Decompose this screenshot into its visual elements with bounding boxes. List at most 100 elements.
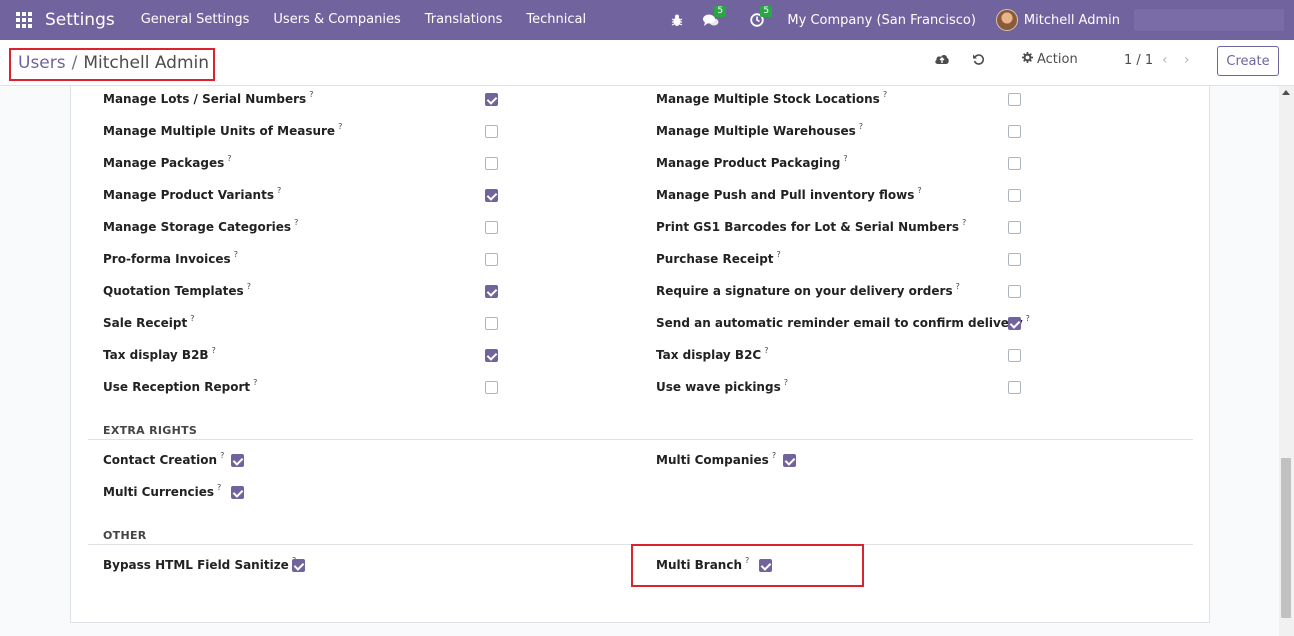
section-extra-rights: EXTRA RIGHTS (103, 424, 198, 437)
checkbox-manage-push-and-pull-inventory-flows[interactable] (1008, 189, 1021, 202)
checkbox-manage-lots-serial-numbers[interactable] (485, 93, 498, 106)
setting-label: Use Reception Report (103, 380, 251, 394)
help-tooltip-icon[interactable]: ? (190, 314, 194, 323)
setting-multi-companies: Multi Companies? (656, 450, 776, 470)
help-tooltip-icon[interactable]: ? (309, 90, 313, 99)
checkbox-tax-display-b2b[interactable] (485, 349, 498, 362)
messages-icon[interactable]: 5 (701, 0, 727, 40)
help-tooltip-icon[interactable]: ? (294, 218, 298, 227)
setting-label: Manage Multiple Stock Locations (656, 92, 880, 106)
section-other: OTHER (103, 529, 147, 542)
help-tooltip-icon[interactable]: ? (212, 346, 216, 355)
bug-icon[interactable] (667, 0, 687, 40)
setting-label: Sale Receipt (103, 316, 188, 330)
help-tooltip-icon[interactable]: ? (338, 122, 342, 131)
setting-require-a-signature-on-your-delivery-orders: Require a signature on your delivery ord… (656, 281, 960, 301)
menu-users-companies[interactable]: Users & Companies (261, 0, 412, 40)
checkbox-manage-multiple-units-of-measure[interactable] (485, 125, 498, 138)
setting-tax-display-b2b: Tax display B2B? (103, 345, 216, 365)
user-avatar[interactable] (995, 9, 1018, 31)
setting-label: Manage Product Variants (103, 188, 274, 202)
redacted-area (1134, 9, 1284, 31)
checkbox-manage-packages[interactable] (485, 157, 498, 170)
checkbox-sale-receipt[interactable] (485, 317, 498, 330)
checkbox-manage-multiple-stock-locations[interactable] (1008, 93, 1021, 106)
help-tooltip-icon[interactable]: ? (956, 282, 960, 291)
help-tooltip-icon[interactable]: ? (764, 346, 768, 355)
main-menu: General Settings Users & Companies Trans… (129, 0, 598, 40)
help-tooltip-icon[interactable]: ? (253, 378, 257, 387)
help-tooltip-icon[interactable]: ? (217, 483, 221, 492)
user-menu[interactable]: Mitchell Admin (1024, 13, 1120, 28)
checkbox-send-an-automatic-reminder-email-to-confirm-delivery[interactable] (1008, 317, 1021, 330)
activities-icon[interactable]: 5 (747, 0, 773, 40)
company-switcher[interactable]: My Company (San Francisco) (787, 13, 975, 28)
checkbox-print-gs1-barcodes-for-lot-serial-numbers[interactable] (1008, 221, 1021, 234)
setting-label: Manage Product Packaging (656, 156, 841, 170)
menu-technical[interactable]: Technical (514, 0, 598, 40)
checkbox-manage-product-packaging[interactable] (1008, 157, 1021, 170)
help-tooltip-icon[interactable]: ? (917, 186, 921, 195)
pager-previous-icon[interactable]: ‹ (1162, 52, 1168, 68)
checkbox-contact-creation[interactable] (231, 454, 244, 467)
menu-translations[interactable]: Translations (413, 0, 515, 40)
help-tooltip-icon[interactable]: ? (247, 282, 251, 291)
app-title[interactable]: Settings (45, 10, 115, 30)
scrollbar[interactable] (1279, 86, 1294, 636)
action-dropdown[interactable]: Action (1022, 52, 1078, 67)
setting-manage-multiple-stock-locations: Manage Multiple Stock Locations? (656, 89, 887, 109)
checkbox-use-reception-report[interactable] (485, 381, 498, 394)
help-tooltip-icon[interactable]: ? (772, 451, 776, 460)
help-tooltip-icon[interactable]: ? (883, 90, 887, 99)
section-divider (88, 439, 1193, 440)
apps-menu-icon[interactable] (16, 12, 32, 28)
create-button[interactable]: Create (1217, 46, 1279, 76)
breadcrumb: Users / Mitchell Admin (9, 48, 215, 81)
setting-quotation-templates: Quotation Templates? (103, 281, 251, 301)
help-tooltip-icon[interactable]: ? (277, 186, 281, 195)
checkbox-use-wave-pickings[interactable] (1008, 381, 1021, 394)
setting-print-gs1-barcodes-for-lot-serial-numbers: Print GS1 Barcodes for Lot & Serial Numb… (656, 217, 966, 237)
help-tooltip-icon[interactable]: ? (784, 378, 788, 387)
menu-general-settings[interactable]: General Settings (129, 0, 262, 40)
help-tooltip-icon[interactable]: ? (843, 154, 847, 163)
pager-next-icon[interactable]: › (1184, 52, 1190, 68)
checkbox-manage-storage-categories[interactable] (485, 221, 498, 234)
save-cloud-icon[interactable] (934, 53, 950, 70)
discard-undo-icon[interactable] (972, 53, 985, 70)
setting-manage-lots-serial-numbers: Manage Lots / Serial Numbers? (103, 89, 313, 109)
help-tooltip-icon[interactable]: ? (777, 250, 781, 259)
setting-label: Tax display B2B (103, 348, 209, 362)
help-tooltip-icon[interactable]: ? (1026, 314, 1030, 323)
checkbox-multi-currencies[interactable] (231, 486, 244, 499)
setting-bypass-html-field-sanitize: Bypass HTML Field Sanitize? (103, 555, 296, 575)
setting-label: Manage Packages (103, 156, 225, 170)
checkbox-pro-forma-invoices[interactable] (485, 253, 498, 266)
help-tooltip-icon[interactable]: ? (234, 250, 238, 259)
setting-label: Purchase Receipt (656, 252, 774, 266)
setting-label: Use wave pickings (656, 380, 781, 394)
setting-label: Pro-forma Invoices (103, 252, 231, 266)
setting-label: Manage Multiple Units of Measure (103, 124, 336, 138)
setting-label: Bypass HTML Field Sanitize (103, 558, 289, 572)
help-tooltip-icon[interactable]: ? (220, 451, 224, 460)
scroll-up-arrow-icon[interactable] (1282, 90, 1290, 95)
scroll-thumb[interactable] (1281, 458, 1291, 618)
form-sheet (70, 86, 1210, 623)
checkbox-require-a-signature-on-your-delivery-orders[interactable] (1008, 285, 1021, 298)
checkbox-bypass-html-field-sanitize[interactable] (292, 559, 305, 572)
help-tooltip-icon[interactable]: ? (227, 154, 231, 163)
checkbox-purchase-receipt[interactable] (1008, 253, 1021, 266)
checkbox-tax-display-b2c[interactable] (1008, 349, 1021, 362)
setting-label: Quotation Templates (103, 284, 244, 298)
help-tooltip-icon[interactable]: ? (962, 218, 966, 227)
setting-sale-receipt: Sale Receipt? (103, 313, 195, 333)
setting-label: Tax display B2C (656, 348, 762, 362)
help-tooltip-icon[interactable]: ? (859, 122, 863, 131)
checkbox-manage-product-variants[interactable] (485, 189, 498, 202)
pager-value[interactable]: 1 / 1 (1124, 53, 1153, 68)
breadcrumb-users-link[interactable]: Users (18, 53, 66, 76)
checkbox-manage-multiple-warehouses[interactable] (1008, 125, 1021, 138)
checkbox-multi-companies[interactable] (783, 454, 796, 467)
checkbox-quotation-templates[interactable] (485, 285, 498, 298)
